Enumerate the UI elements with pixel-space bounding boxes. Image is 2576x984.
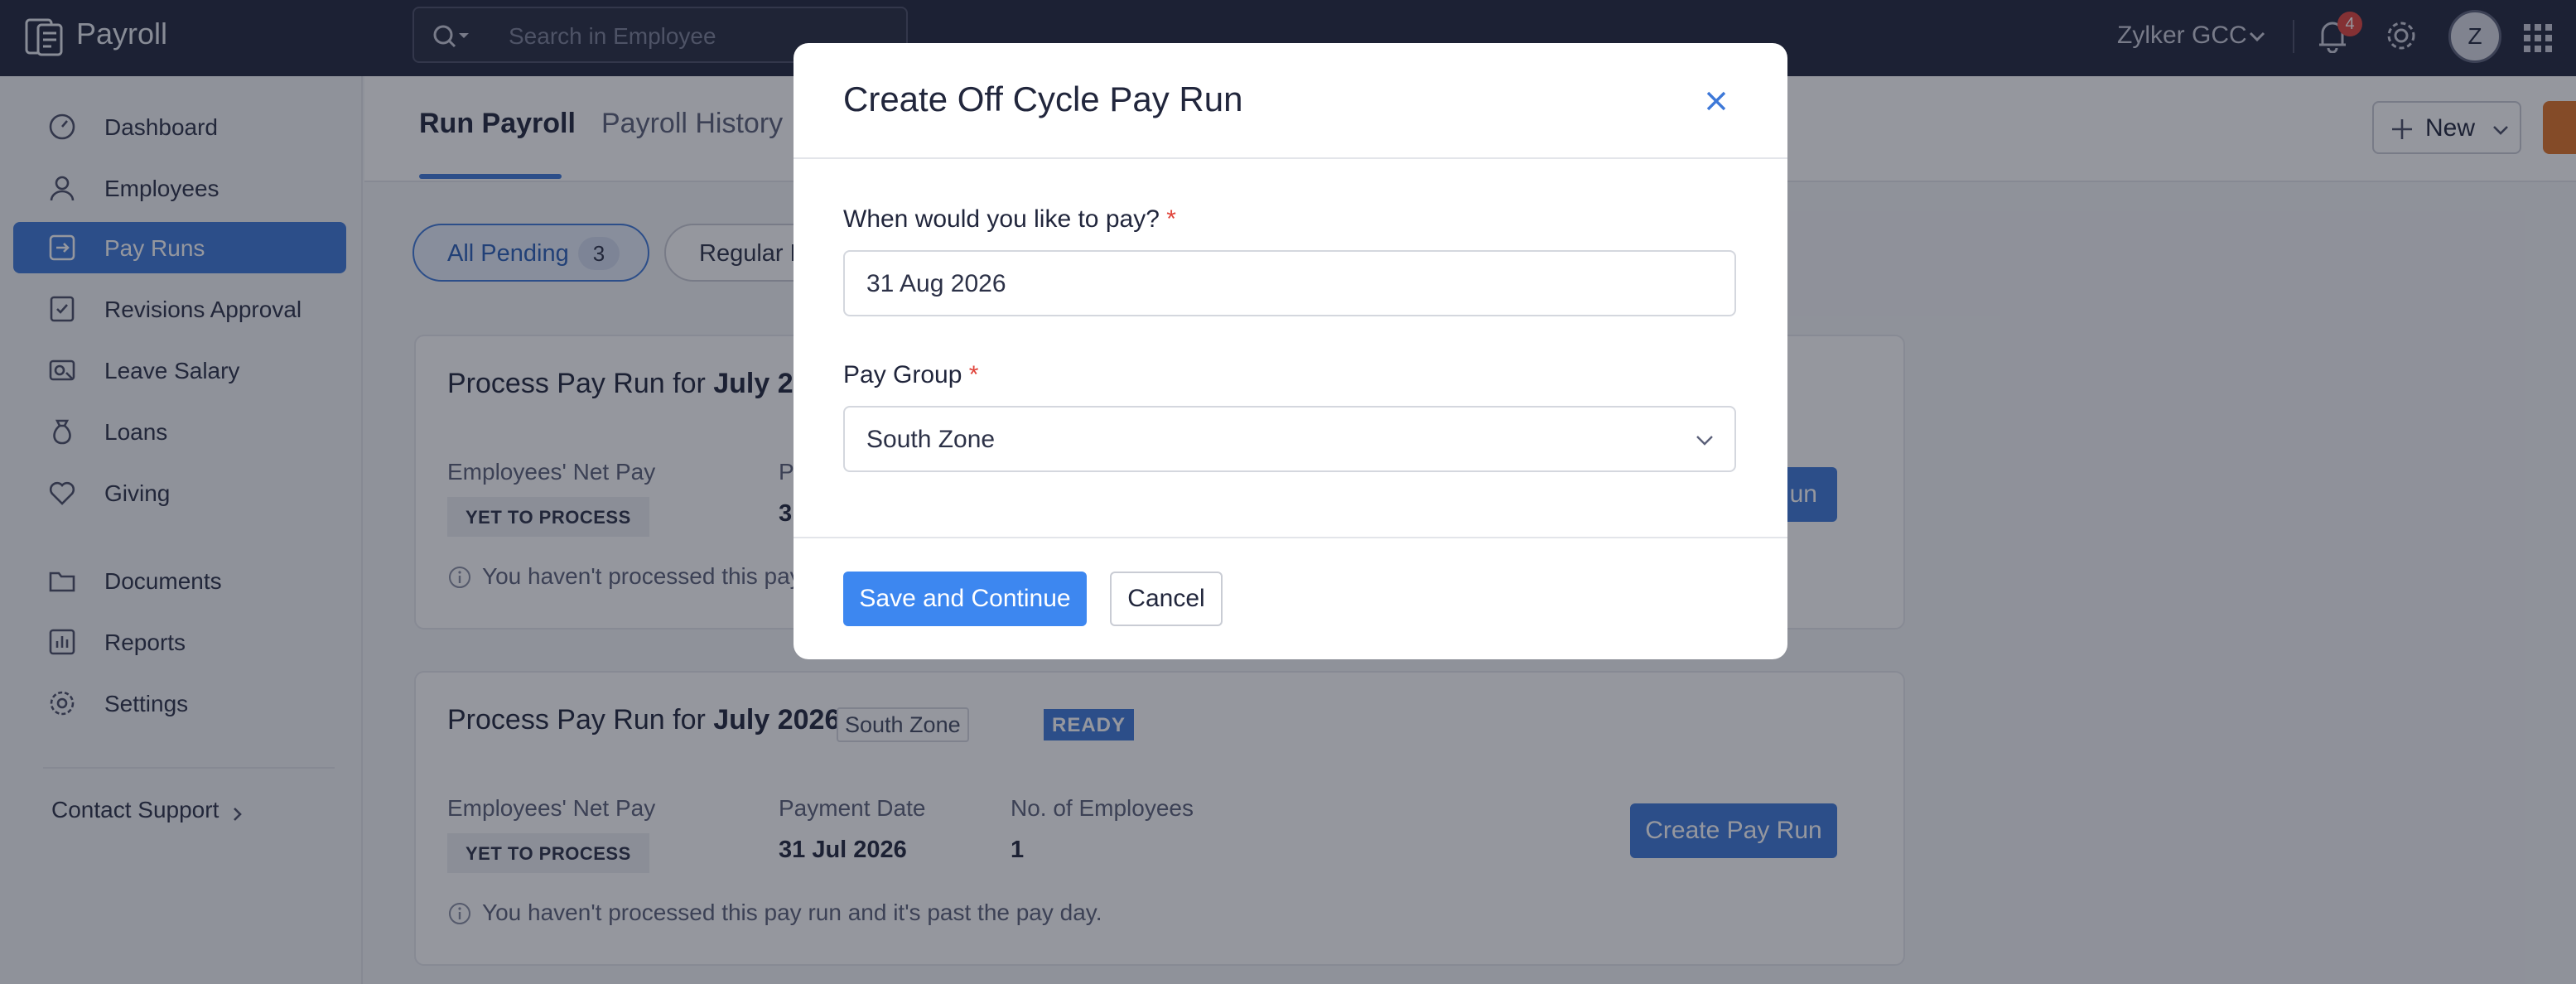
pay-date-value: 31 Aug 2026 xyxy=(866,270,1006,297)
pay-date-field[interactable]: 31 Aug 2026 xyxy=(843,250,1736,316)
close-icon[interactable] xyxy=(1701,86,1731,116)
pay-group-select[interactable]: South Zone xyxy=(843,406,1736,472)
divider xyxy=(794,537,1787,538)
cancel-button[interactable]: Cancel xyxy=(1110,572,1223,626)
save-and-continue-button[interactable]: Save and Continue xyxy=(843,572,1087,626)
dialog-title: Create Off Cycle Pay Run xyxy=(843,80,1243,118)
pay-group-value: South Zone xyxy=(866,426,996,453)
pay-date-label: When would you like to pay? * xyxy=(843,205,1176,233)
pay-group-label: Pay Group * xyxy=(843,361,979,388)
create-off-cycle-pay-run-dialog: Create Off Cycle Pay Run When would you … xyxy=(794,43,1787,659)
divider xyxy=(794,157,1787,159)
chevron-down-icon xyxy=(1696,436,1713,446)
